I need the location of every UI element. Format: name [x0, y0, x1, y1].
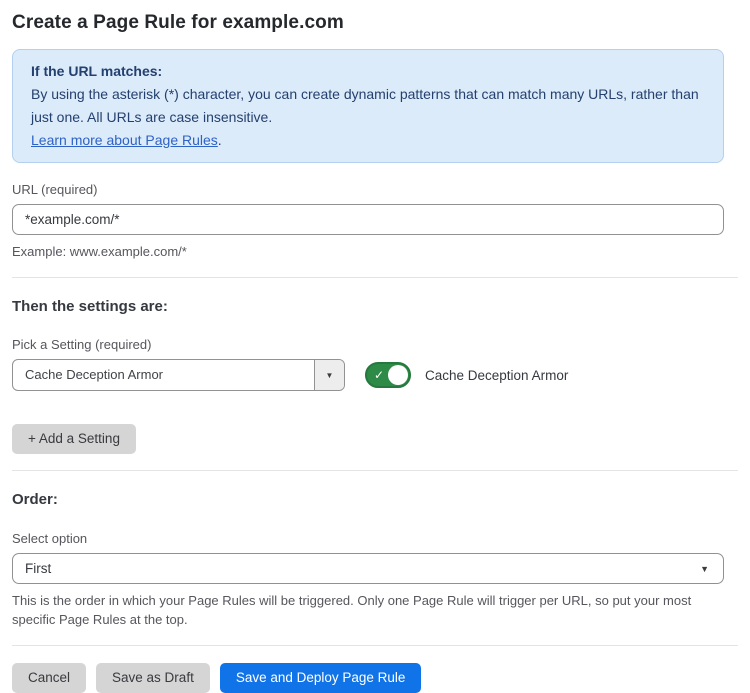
pick-setting-label: Pick a Setting (required): [12, 337, 724, 353]
check-icon: ✓: [374, 369, 384, 381]
url-input[interactable]: [12, 204, 724, 235]
toggle-label: Cache Deception Armor: [425, 368, 568, 383]
info-box-heading: If the URL matches:: [31, 60, 705, 83]
divider: [12, 470, 738, 471]
info-box-link-line: Learn more about Page Rules.: [31, 129, 705, 152]
cancel-button[interactable]: Cancel: [12, 663, 86, 693]
footer-actions: Cancel Save as Draft Save and Deploy Pag…: [12, 663, 724, 693]
select-option-label: Select option: [12, 531, 724, 547]
add-setting-button[interactable]: + Add a Setting: [12, 424, 136, 454]
toggle-knob: [388, 365, 408, 385]
setting-dropdown-value: Cache Deception Armor: [13, 360, 314, 390]
order-select[interactable]: First ▼: [12, 553, 724, 584]
order-heading: Order:: [12, 490, 724, 509]
info-box-body: By using the asterisk (*) character, you…: [31, 83, 705, 129]
save-draft-button[interactable]: Save as Draft: [96, 663, 210, 693]
settings-heading: Then the settings are:: [12, 297, 724, 316]
setting-row: Cache Deception Armor ▼ ✓ Cache Deceptio…: [12, 359, 724, 391]
learn-more-link[interactable]: Learn more about Page Rules: [31, 132, 218, 148]
url-example-helper: Example: www.example.com/*: [12, 242, 724, 261]
chevron-down-icon[interactable]: ▼: [314, 360, 344, 390]
setting-dropdown[interactable]: Cache Deception Armor ▼: [12, 359, 345, 391]
order-select-value: First: [25, 561, 51, 576]
order-helper-text: This is the order in which your Page Rul…: [12, 591, 724, 629]
divider: [12, 277, 738, 278]
chevron-down-icon: ▼: [700, 564, 709, 574]
url-label: URL (required): [12, 182, 724, 198]
cache-deception-armor-toggle[interactable]: ✓: [365, 362, 411, 388]
save-deploy-button[interactable]: Save and Deploy Page Rule: [220, 663, 422, 693]
divider: [12, 645, 738, 646]
create-page-rule-form: Create a Page Rule for example.com If th…: [0, 0, 750, 693]
page-title: Create a Page Rule for example.com: [12, 10, 724, 36]
link-period: .: [218, 132, 222, 148]
url-match-info-box: If the URL matches: By using the asteris…: [12, 49, 724, 163]
